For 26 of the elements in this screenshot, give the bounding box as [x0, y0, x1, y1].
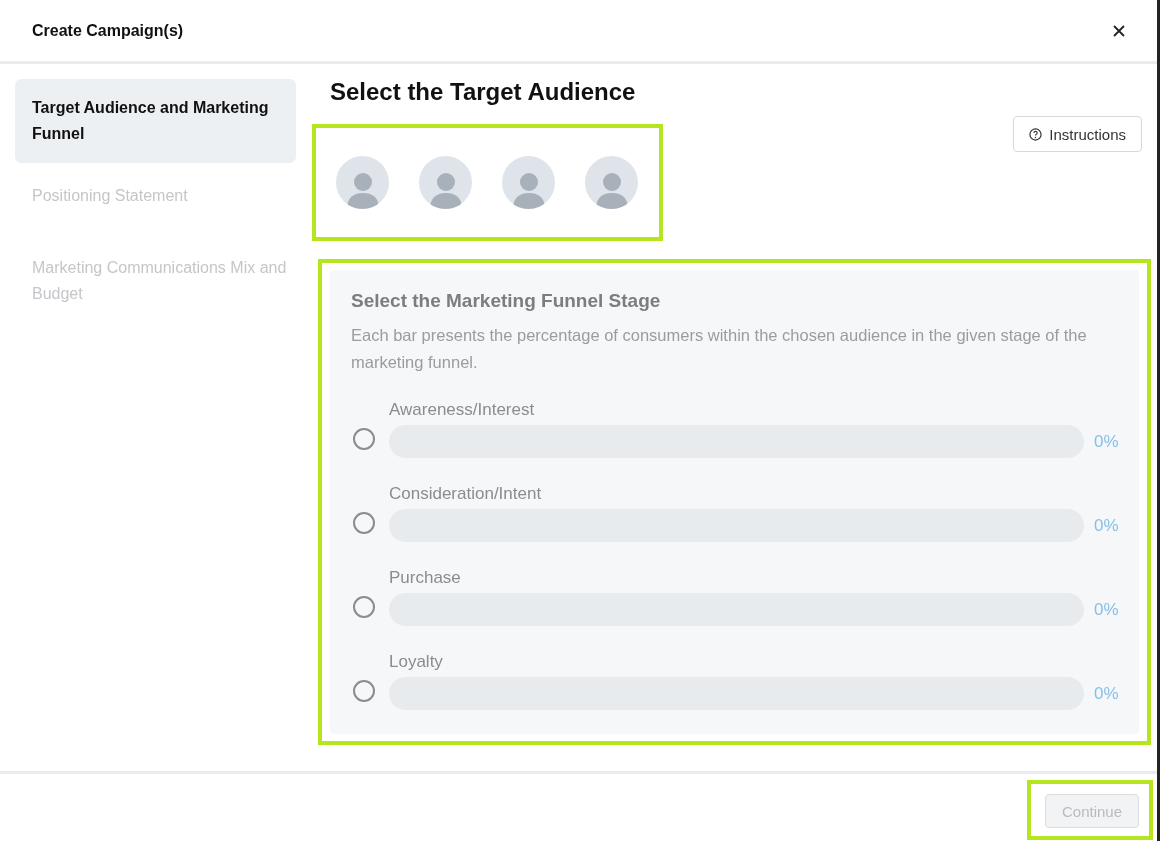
sidebar-item[interactable]: Marketing Communications Mix and Budget	[15, 239, 296, 323]
radio-button[interactable]	[353, 428, 375, 450]
stage-label: Consideration/Intent	[389, 484, 543, 504]
stage-label: Awareness/Interest	[389, 400, 536, 420]
avatar[interactable]	[419, 156, 472, 209]
percentage-reading: 0%	[1094, 515, 1118, 536]
avatar[interactable]	[585, 156, 638, 209]
close-icon[interactable]	[1111, 22, 1127, 39]
instructions-button[interactable]: Instructions	[1013, 116, 1142, 152]
avatar[interactable]	[502, 156, 555, 209]
radio-button[interactable]	[353, 596, 375, 618]
percentage-reading: 0%	[1094, 431, 1118, 452]
sidebar-item[interactable]: Target Audience and Marketing Funnel	[15, 79, 296, 163]
section-heading: Select the Marketing Funnel Stage	[351, 290, 662, 312]
sidebar-item[interactable]: Positioning Statement	[15, 167, 296, 225]
percentage-reading: 0%	[1094, 683, 1118, 704]
stage-label: Purchase	[389, 568, 462, 588]
help-icon	[1029, 127, 1043, 141]
stage-label: Loyalty	[389, 652, 444, 672]
window-title: Create Campaign(s)	[32, 21, 184, 40]
page-heading: Select the Target Audience	[330, 78, 637, 106]
section-description: Each bar presents the percentage of consumers within the chosen audience in the given stage of the marketing funnel.	[351, 325, 1088, 373]
radio-button[interactable]	[353, 512, 375, 534]
radio-button[interactable]	[353, 680, 375, 702]
avatar[interactable]	[336, 156, 389, 209]
percentage-reading: 0%	[1094, 599, 1118, 620]
